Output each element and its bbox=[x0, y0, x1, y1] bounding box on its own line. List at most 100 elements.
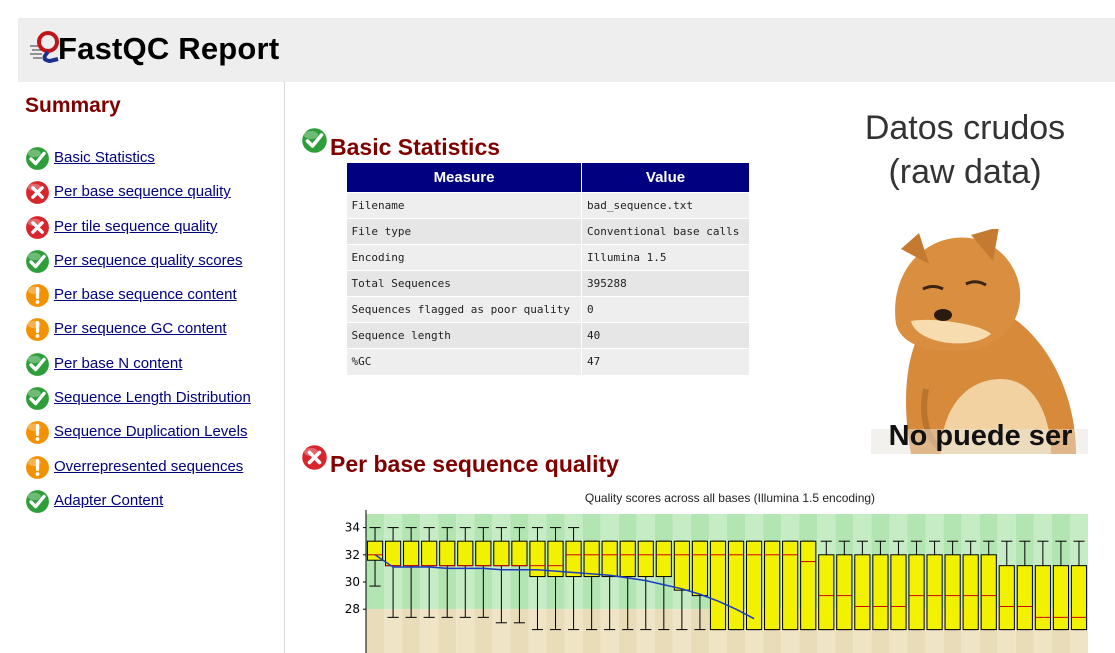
quality-box bbox=[962, 554, 979, 631]
summary-link[interactable]: Per sequence GC content bbox=[54, 320, 227, 337]
warn-icon bbox=[24, 420, 51, 446]
measure-cell: Sequences flagged as poor quality bbox=[346, 296, 582, 323]
quality-box bbox=[1070, 565, 1088, 631]
summary-item: Per sequence GC content bbox=[24, 317, 251, 351]
value-cell: 40 bbox=[581, 322, 750, 349]
quality-box bbox=[366, 540, 384, 561]
table-row: Total Sequences 395288 bbox=[346, 270, 750, 297]
warn-icon bbox=[24, 454, 51, 480]
quality-box bbox=[619, 540, 636, 578]
pass-icon bbox=[24, 488, 51, 515]
quality-box bbox=[854, 554, 871, 631]
table-row: File type Conventional base calls bbox=[346, 218, 750, 245]
quality-box bbox=[421, 540, 438, 567]
column-header-measure: Measure bbox=[346, 162, 582, 193]
report-header: FastQC Report bbox=[18, 18, 1115, 82]
summary-link[interactable]: Overrepresented sequences bbox=[54, 458, 243, 475]
chart-title: Quality scores across all bases (Illumin… bbox=[584, 491, 876, 505]
quality-box bbox=[439, 540, 456, 567]
summary-item: Per tile sequence quality bbox=[24, 214, 251, 249]
quality-box bbox=[980, 554, 997, 631]
summary-item: Basic Statistics bbox=[24, 145, 251, 180]
quality-boxplot-chart: 34 32 30 28 bbox=[345, 510, 1088, 653]
quality-box bbox=[691, 540, 709, 597]
value-cell: 395288 bbox=[581, 270, 750, 297]
quality-box bbox=[637, 540, 654, 578]
summary-link[interactable]: Per base sequence content bbox=[54, 286, 237, 303]
measure-cell: Filename bbox=[346, 192, 582, 219]
quality-box bbox=[511, 540, 528, 567]
summary-link[interactable]: Per tile sequence quality bbox=[54, 218, 217, 235]
summary-link[interactable]: Sequence Duplication Levels bbox=[54, 423, 247, 440]
quality-box bbox=[673, 540, 690, 591]
quality-box bbox=[475, 540, 492, 567]
summary-title: Summary bbox=[25, 94, 121, 117]
measure-cell: %GC bbox=[346, 348, 582, 375]
quality-box bbox=[890, 554, 907, 631]
reasonable-quality-band bbox=[366, 609, 385, 653]
quality-box bbox=[1034, 565, 1051, 631]
warn-icon bbox=[24, 317, 51, 343]
basic-statistics-heading: Basic Statistics bbox=[330, 134, 501, 160]
summary-link[interactable]: Basic Statistics bbox=[54, 149, 155, 166]
y-tick-label: 34 bbox=[345, 521, 360, 535]
quality-box bbox=[818, 554, 835, 631]
quality-box bbox=[908, 554, 925, 631]
y-tick-label: 32 bbox=[345, 548, 360, 562]
quality-box bbox=[800, 540, 817, 631]
fail-icon bbox=[24, 214, 51, 240]
quality-box bbox=[384, 540, 402, 567]
summary-item: Per sequence quality scores bbox=[24, 248, 251, 283]
measure-cell: Total Sequences bbox=[346, 270, 582, 297]
measure-cell: Encoding bbox=[346, 244, 582, 271]
basic-statistics-table: Measure Value Filename bad_sequence.txt Fi… bbox=[346, 162, 750, 375]
meme-caption-line-2: (raw data) bbox=[888, 153, 1042, 191]
summary-list: Basic Statistics Per base sequence qualit… bbox=[24, 145, 251, 523]
summary-sidebar: Summary Basic Statistics Per base sequenc… bbox=[18, 82, 285, 653]
fail-icon bbox=[24, 179, 51, 206]
table-row: Filename bad_sequence.txt bbox=[346, 192, 750, 219]
summary-item: Adapter Content bbox=[24, 488, 251, 523]
measure-cell: Sequence length bbox=[346, 322, 582, 349]
value-cell: bad_sequence.txt bbox=[581, 192, 750, 219]
summary-link[interactable]: Adapter Content bbox=[54, 492, 163, 509]
fail-icon bbox=[300, 443, 329, 472]
quality-box bbox=[565, 540, 582, 578]
pass-icon bbox=[24, 145, 51, 172]
column-header-value: Value bbox=[581, 162, 750, 193]
quality-box bbox=[836, 554, 853, 631]
quality-box bbox=[601, 540, 618, 578]
warn-icon bbox=[24, 282, 51, 309]
pass-icon bbox=[24, 385, 51, 412]
measure-cell: File type bbox=[346, 218, 582, 245]
summary-item: Per base sequence quality bbox=[24, 179, 251, 214]
meme-caption-line-1: Datos crudos bbox=[864, 109, 1066, 147]
pass-icon bbox=[24, 248, 51, 275]
meme-caption: Datos crudos (raw data) bbox=[845, 106, 1085, 194]
quality-box bbox=[583, 540, 600, 578]
quality-box bbox=[457, 540, 474, 567]
meme-image-text: No puede ser bbox=[888, 420, 1073, 452]
summary-item: Per base sequence content bbox=[24, 282, 251, 317]
value-cell: 0 bbox=[581, 296, 750, 323]
quality-box bbox=[403, 540, 420, 567]
quality-box bbox=[998, 565, 1015, 631]
table-row: %GC 47 bbox=[346, 348, 750, 375]
pass-icon bbox=[24, 351, 51, 378]
summary-item: Sequence Duplication Levels bbox=[24, 420, 251, 454]
summary-link[interactable]: Sequence Length Distribution bbox=[54, 389, 251, 406]
quality-box bbox=[1052, 565, 1070, 631]
value-cell: Conventional base calls bbox=[581, 218, 750, 245]
summary-link[interactable]: Per base N content bbox=[54, 355, 182, 372]
summary-item: Sequence Length Distribution bbox=[24, 385, 251, 420]
table-row: Sequences flagged as poor quality 0 bbox=[346, 296, 750, 323]
quality-box bbox=[655, 540, 672, 578]
quality-box bbox=[944, 554, 961, 631]
summary-link[interactable]: Per sequence quality scores bbox=[54, 252, 242, 269]
summary-item: Per base N content bbox=[24, 351, 251, 386]
per-base-quality-heading: Per base sequence quality bbox=[330, 451, 619, 477]
table-row: Sequence length 40 bbox=[346, 322, 750, 349]
summary-link[interactable]: Per base sequence quality bbox=[54, 183, 231, 200]
quality-box bbox=[493, 540, 510, 567]
quality-box bbox=[872, 554, 889, 631]
